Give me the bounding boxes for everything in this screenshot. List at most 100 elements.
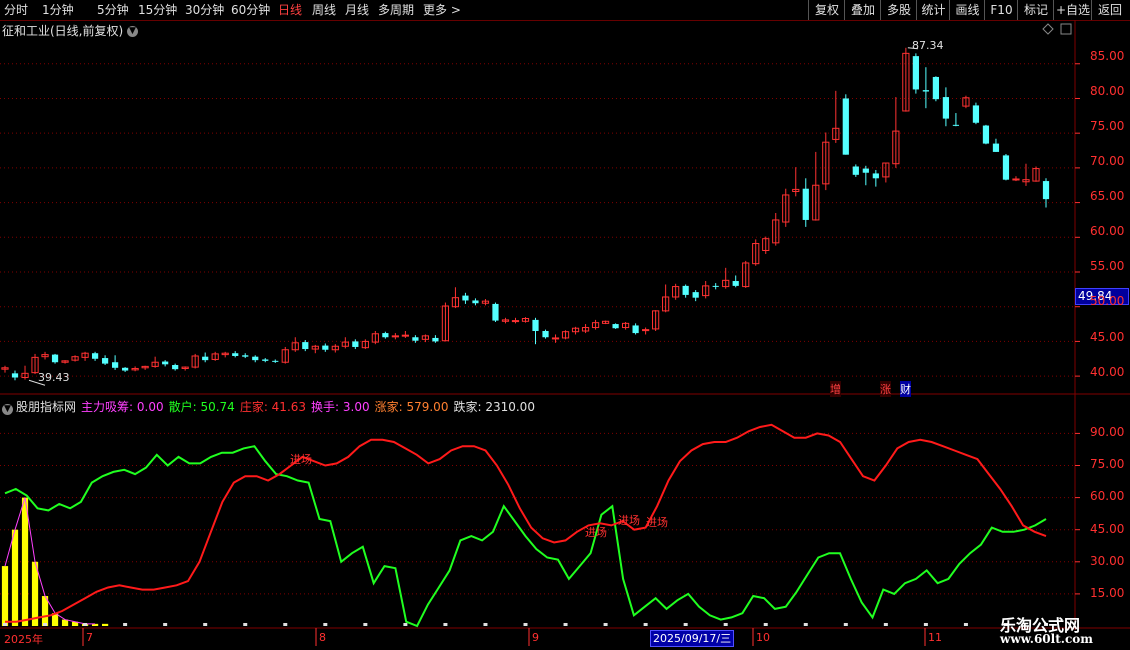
baseline-marker <box>923 623 928 626</box>
price-tick: 40.00 <box>1090 365 1125 379</box>
candle-body-down <box>632 325 639 334</box>
date-label: 2025年 <box>4 633 43 646</box>
baseline-marker <box>843 623 848 626</box>
baseline-marker <box>323 623 328 626</box>
entry-annotation: 进场 <box>290 453 312 466</box>
indicator-tick: 60.00 <box>1090 489 1125 503</box>
retail-line <box>4 445 1047 628</box>
candle-body-down <box>692 292 699 298</box>
price-tick: 50.00 <box>1090 294 1125 308</box>
baseline-marker <box>523 623 528 626</box>
candle-body-down <box>112 362 119 368</box>
mark-cai[interactable]: 财 <box>900 381 911 397</box>
baseline-marker <box>443 623 448 626</box>
candle-body-down <box>982 125 990 144</box>
candle-body-down <box>532 319 539 331</box>
candle-body-up <box>391 335 399 338</box>
indicator-header: ▼ 股朋指标网 主力吸筹: 0.00 散户: 50.74 庄家: 41.63 换手: 3.… <box>2 398 540 415</box>
baseline-marker <box>883 623 888 626</box>
candle-body-down <box>302 342 309 350</box>
price-tick: 45.00 <box>1090 330 1125 344</box>
baseline-marker <box>803 623 808 626</box>
baseline-marker <box>363 623 368 626</box>
baseline-marker <box>963 623 968 626</box>
candle-body-down <box>712 285 719 287</box>
mark-zeng[interactable]: 增 <box>830 381 841 397</box>
candle-body-down <box>202 356 209 361</box>
baseline-marker <box>3 623 7 626</box>
baseline-marker <box>83 623 88 626</box>
price-tick: 60.00 <box>1090 224 1125 238</box>
baseline-marker <box>123 623 128 626</box>
indicator-main-absorb: 主力吸筹: 0.00 <box>81 400 164 414</box>
baseline-marker <box>243 623 248 626</box>
price-tick: 75.00 <box>1090 119 1125 133</box>
candle-body-down <box>11 373 19 378</box>
baseline-marker <box>283 623 288 626</box>
candle-body-down <box>91 353 99 359</box>
candle-body-down <box>542 331 549 338</box>
candle-body-down <box>972 105 980 123</box>
candle-body-down <box>272 360 279 362</box>
indicator-down-count: 跌家: 2310.00 <box>453 400 535 414</box>
date-label: 8 <box>319 631 326 644</box>
indicator-turnover: 换手: 3.00 <box>311 400 370 414</box>
indicator-tick: 15.00 <box>1090 586 1125 600</box>
stock-title-text: 征和工业(日线,前复权) <box>2 24 124 38</box>
candle-body-down <box>242 355 249 357</box>
date-label: 9 <box>532 631 539 644</box>
mark-zhang[interactable]: 涨 <box>880 381 891 397</box>
indicator-tick: 45.00 <box>1090 522 1125 536</box>
candle-body-down <box>162 361 169 365</box>
price-tick: 70.00 <box>1090 154 1125 168</box>
baseline-marker <box>563 623 568 626</box>
candle-body-down <box>942 97 950 119</box>
candle-body-down <box>352 341 359 347</box>
indicator-tick: 30.00 <box>1090 554 1125 568</box>
candle-body-down <box>872 173 879 179</box>
candle-body-down <box>732 281 739 286</box>
absorb-bar <box>101 623 109 626</box>
candle-body-down <box>802 188 809 220</box>
date-label: 7 <box>86 631 93 644</box>
baseline-marker <box>403 623 408 626</box>
candle-body-down <box>932 76 939 100</box>
candle-body-down <box>172 365 179 370</box>
candle-body-down <box>472 300 479 304</box>
indicator-dealer: 庄家: 41.63 <box>239 400 307 414</box>
price-tick: 80.00 <box>1090 84 1125 98</box>
baseline-marker <box>483 623 488 626</box>
candle-body-down <box>232 353 239 356</box>
low-price-label: 39.43 <box>38 371 70 384</box>
indicator-tick: 90.00 <box>1090 425 1125 439</box>
candle-body-down <box>252 356 259 361</box>
candle-body-up <box>551 337 560 340</box>
baseline-marker <box>163 623 168 626</box>
absorb-bar <box>21 497 29 626</box>
chart-canvas[interactable] <box>0 0 1130 650</box>
chevron-down-icon[interactable]: ▼ <box>127 26 139 37</box>
entry-annotation: 进场 <box>646 516 668 529</box>
stock-title[interactable]: 征和工业(日线,前复权) ▼ <box>2 22 139 39</box>
baseline-marker <box>43 623 48 626</box>
date-cursor-box: 2025/09/17/三 <box>650 630 735 647</box>
candle-body-down <box>952 124 960 126</box>
candle-body-down <box>862 168 869 173</box>
indicator-name[interactable]: 股朋指标网 <box>16 400 76 414</box>
indicator-chevron-icon[interactable]: ▼ <box>2 404 13 415</box>
candle-body-up <box>1012 178 1020 181</box>
baseline-marker <box>763 623 768 626</box>
candle-body-down <box>1042 181 1050 200</box>
absorb-bar <box>1 566 9 626</box>
candle-body-down <box>912 56 919 90</box>
candle-body-down <box>842 98 849 155</box>
baseline-marker <box>683 623 688 626</box>
panel-toggle-icon <box>1060 23 1072 35</box>
candle-body-down <box>852 166 859 175</box>
candle-body-down <box>322 345 329 350</box>
diamond-icon <box>1042 23 1054 35</box>
price-tick: 55.00 <box>1090 259 1125 273</box>
indicator-up-count: 涨家: 579.00 <box>374 400 449 414</box>
candle-body-down <box>122 367 129 371</box>
candle-body-down <box>992 143 1000 152</box>
